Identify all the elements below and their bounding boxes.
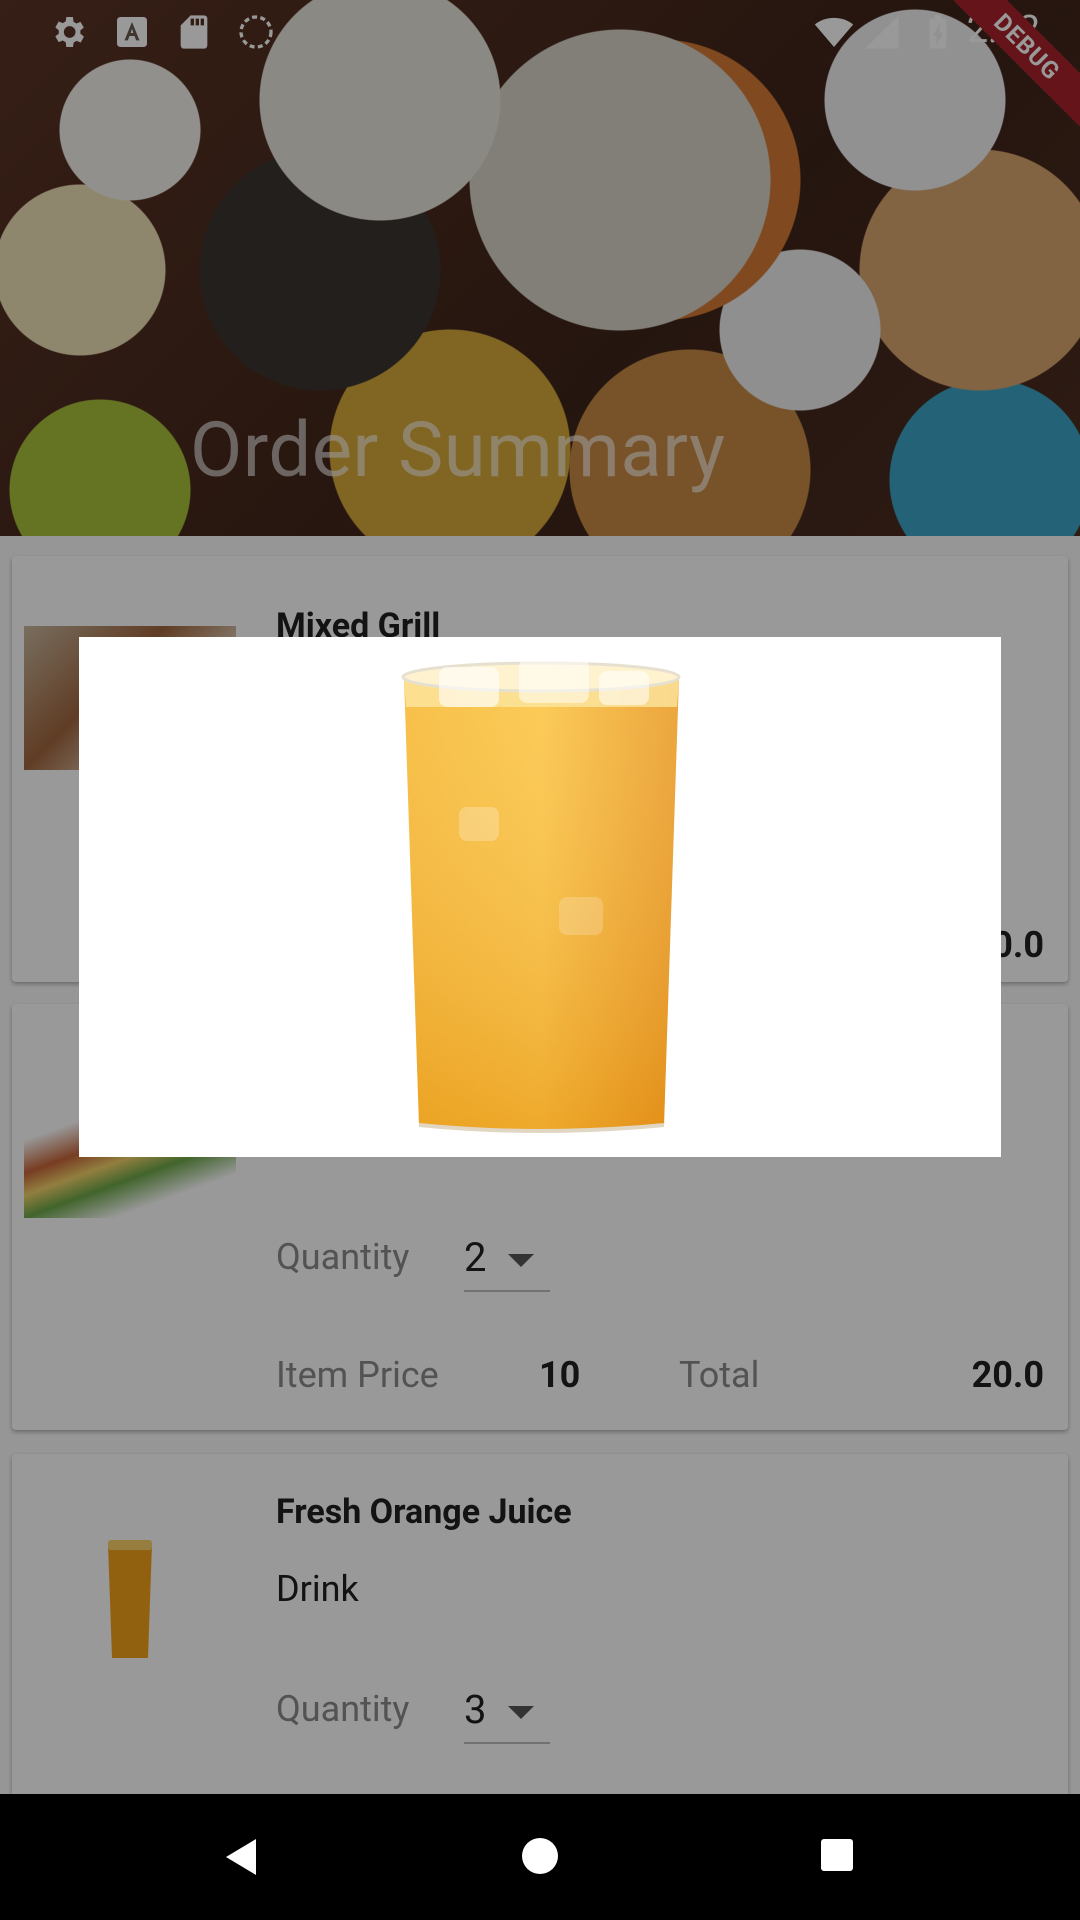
image-preview-dialog[interactable] <box>79 637 1001 1157</box>
home-icon[interactable] <box>522 1838 558 1874</box>
system-nav-bar <box>0 1794 1080 1920</box>
orange-juice-image <box>79 637 1001 1157</box>
recents-icon[interactable] <box>821 1839 853 1871</box>
back-icon[interactable] <box>226 1839 256 1875</box>
